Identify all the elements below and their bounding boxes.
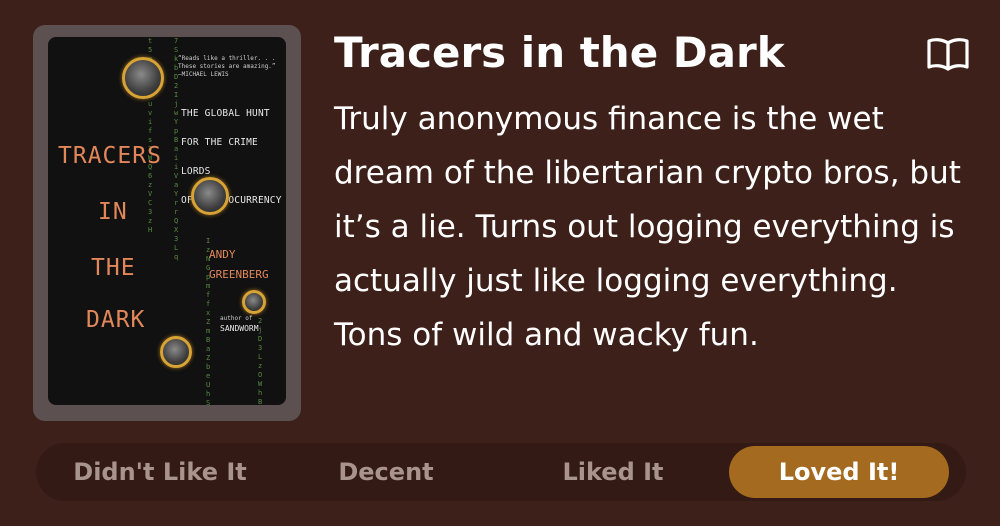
cover-author: ANDY GREENBERG — [209, 245, 285, 285]
cover-previous-book: SANDWORM — [220, 324, 259, 333]
rating-option-decent[interactable]: Decent — [276, 446, 496, 498]
rating-selector: Didn't Like It Decent Liked It Loved It! — [36, 443, 966, 501]
book-cover-frame: t5e4I1E uvifs3WQ 6zVC3zH 7SkbD2IjwYpBaii… — [33, 25, 301, 421]
cover-author-line: GREENBERG — [209, 268, 269, 281]
cover-author-of: author of — [220, 315, 253, 322]
coin-graphic — [242, 290, 266, 314]
cover-subtitle-line: THE GLOBAL HUNT — [181, 108, 270, 119]
cover-title-word: TRACERS — [58, 143, 162, 169]
book-title: Tracers in the Dark — [334, 28, 785, 77]
cover-code-column: 2jD3LzOWhBDG — [258, 317, 263, 405]
cover-title-word: IN — [98, 199, 128, 225]
review-text: Truly anonymous finance is the wet dream… — [334, 101, 961, 353]
rating-option-liked-it[interactable]: Liked It — [503, 446, 723, 498]
coin-graphic — [191, 177, 229, 215]
book-review-card: t5e4I1E uvifs3WQ 6zVC3zH 7SkbD2IjwYpBaii… — [0, 0, 1000, 526]
rating-option-didnt-like-it[interactable]: Didn't Like It — [50, 446, 270, 498]
book-open-icon[interactable] — [926, 36, 970, 72]
coin-graphic — [160, 336, 192, 368]
cover-subtitle-line: FOR THE CRIME LORDS — [181, 137, 258, 177]
cover-blurb: “Reads like a thriller. . . These storie… — [178, 55, 276, 78]
cover-title-word: THE — [91, 255, 136, 281]
rating-option-loved-it[interactable]: Loved It! — [729, 446, 949, 498]
book-cover[interactable]: t5e4I1E uvifs3WQ 6zVC3zH 7SkbD2IjwYpBaii… — [48, 37, 286, 405]
cover-title-word: DARK — [86, 307, 146, 333]
coin-graphic — [122, 57, 164, 99]
cover-author-line: ANDY — [209, 248, 236, 261]
